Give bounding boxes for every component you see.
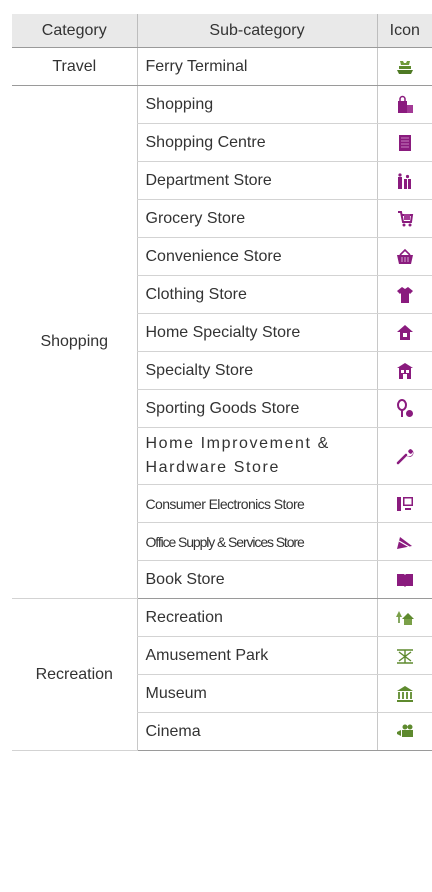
wrench-icon: [395, 446, 415, 466]
home-icon: [395, 323, 415, 343]
book-icon: [395, 570, 415, 590]
subcategory-cell: Recreation: [136, 598, 377, 637]
subcategory-cell: Specialty Store: [136, 351, 377, 390]
table-header-row: Category Sub-category Icon: [12, 14, 432, 48]
category-cell: Travel: [12, 47, 137, 86]
subcategory-cell: Department Store: [136, 161, 377, 200]
header-category: Category: [12, 14, 137, 48]
category-cell: Shopping: [12, 85, 137, 599]
category-cell: Recreation: [12, 598, 137, 751]
movie-camera-icon: [395, 722, 415, 742]
subcategory-cell: Consumer Electronics Store: [136, 484, 377, 523]
ferry-icon: [395, 57, 415, 77]
subcategory-cell: Amusement Park: [136, 636, 377, 675]
table-row: Shopping Shopping: [12, 85, 432, 599]
subcategory-cell: Cinema: [136, 712, 377, 751]
racket-ball-icon: [395, 398, 415, 419]
subcategory-cell: Office Supply & Services Store: [136, 522, 377, 561]
table-row: Travel Ferry Terminal: [12, 47, 432, 86]
department-store-icon: [395, 171, 415, 191]
basket-icon: [395, 247, 415, 267]
poi-category-table: Category Sub-category Icon Travel Ferry …: [12, 14, 432, 751]
subcategory-cell: Home Specialty Store: [136, 313, 377, 352]
subcategory-cell: Grocery Store: [136, 199, 377, 238]
subcategory-cell: Clothing Store: [136, 275, 377, 314]
subcategory-cell: Sporting Goods Store: [136, 389, 377, 428]
museum-icon: [395, 684, 415, 704]
recreation-icon: [395, 608, 415, 628]
amusement-park-icon: [395, 646, 415, 666]
shopping-cart-icon: [395, 209, 415, 229]
subcategory-cell: Home Improvement & Hardware Store: [136, 427, 377, 485]
shopping-bags-icon: [395, 95, 415, 115]
subcategory-cell: Shopping Centre: [136, 123, 377, 162]
subcategory-cell: Museum: [136, 674, 377, 713]
computer-icon: [395, 494, 415, 514]
shopping-centre-icon: [395, 133, 415, 153]
table-row: Recreation Recreation: [12, 598, 432, 751]
subcategory-cell: Ferry Terminal: [136, 47, 377, 86]
ruler-triangle-icon: [395, 532, 415, 552]
storefront-icon: [395, 361, 415, 381]
header-icon: Icon: [376, 14, 432, 48]
shirt-icon: [395, 285, 415, 305]
subcategory-cell: Shopping: [136, 85, 377, 124]
header-subcategory: Sub-category: [136, 14, 377, 48]
subcategory-cell: Convenience Store: [136, 237, 377, 276]
subcategory-cell: Book Store: [136, 560, 377, 599]
